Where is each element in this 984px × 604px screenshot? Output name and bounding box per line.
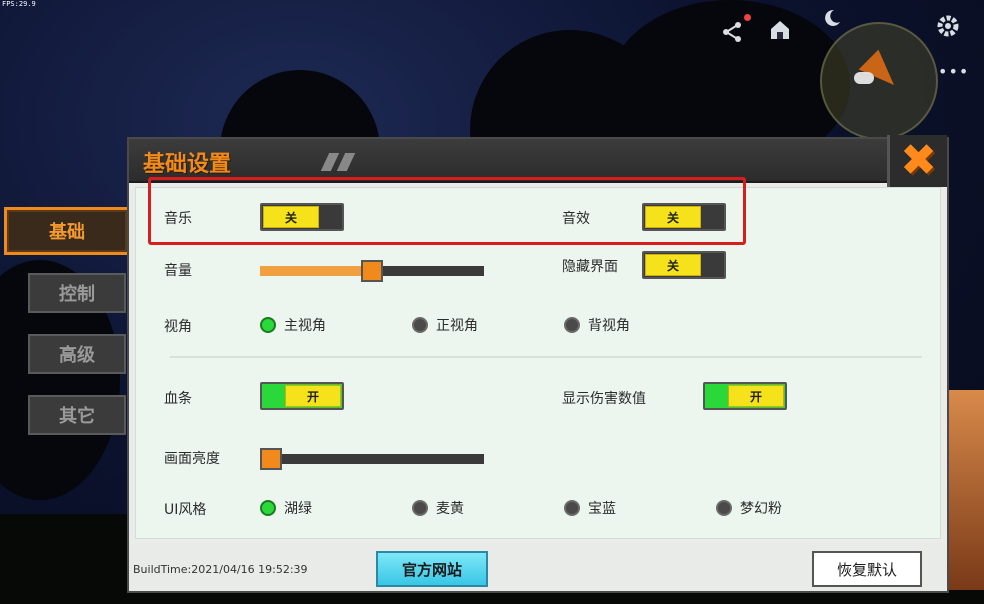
hide-ui-label: 隐藏界面 bbox=[562, 259, 618, 275]
volume-slider[interactable] bbox=[260, 260, 484, 282]
radio-label: 麦黄 bbox=[436, 501, 464, 517]
health-bar-toggle-state: 开 bbox=[285, 385, 341, 407]
build-time: BuildTime:2021/04/16 19:52:39 bbox=[133, 563, 308, 576]
moon-icon[interactable] bbox=[822, 8, 842, 33]
home-icon[interactable] bbox=[768, 18, 792, 47]
panel-title: 基础设置 bbox=[143, 152, 232, 177]
radio-dot bbox=[564, 500, 580, 516]
close-button[interactable]: ✖ bbox=[887, 135, 947, 187]
radio-label: 背视角 bbox=[588, 318, 630, 334]
view-option-first-person[interactable]: 主视角 bbox=[260, 315, 326, 335]
tab-controls[interactable]: 控制 bbox=[28, 273, 126, 313]
radio-label: 宝蓝 bbox=[588, 501, 616, 517]
view-label: 视角 bbox=[164, 319, 192, 335]
tab-basic[interactable]: 基础 bbox=[4, 207, 130, 255]
radio-label: 正视角 bbox=[436, 318, 478, 334]
volume-label: 音量 bbox=[164, 263, 192, 279]
tab-other[interactable]: 其它 bbox=[28, 395, 126, 435]
decorative-stripe bbox=[320, 153, 340, 171]
health-bar-label: 血条 bbox=[164, 391, 192, 407]
official-website-button[interactable]: 官方网站 bbox=[376, 551, 488, 587]
ui-style-label: UI风格 bbox=[164, 502, 207, 518]
gear-icon[interactable] bbox=[934, 12, 962, 45]
annotation-highlight bbox=[148, 177, 746, 245]
tab-advanced[interactable]: 高级 bbox=[28, 334, 126, 374]
radio-dot bbox=[564, 317, 580, 333]
view-option-back[interactable]: 背视角 bbox=[564, 315, 630, 335]
ui-style-option-dream-pink[interactable]: 梦幻粉 bbox=[716, 498, 782, 518]
view-option-front[interactable]: 正视角 bbox=[412, 315, 478, 335]
volume-slider-fill bbox=[260, 266, 372, 276]
radio-dot bbox=[412, 317, 428, 333]
radio-label: 梦幻粉 bbox=[740, 501, 782, 517]
close-icon: ✖ bbox=[900, 135, 937, 186]
minimap-player-icon bbox=[854, 72, 874, 84]
decorative-stripe bbox=[336, 153, 356, 171]
section-divider bbox=[170, 356, 922, 358]
share-icon[interactable] bbox=[720, 20, 744, 49]
panel-footer: BuildTime:2021/04/16 19:52:39 官方网站 恢复默认 bbox=[129, 543, 947, 591]
notification-dot bbox=[744, 14, 751, 21]
volume-slider-handle[interactable] bbox=[361, 260, 383, 282]
health-bar-toggle[interactable]: 开 bbox=[260, 382, 344, 410]
show-damage-label: 显示伤害数值 bbox=[562, 391, 646, 407]
restore-defaults-button[interactable]: 恢复默认 bbox=[812, 551, 922, 587]
hide-ui-toggle[interactable]: 关 bbox=[642, 251, 726, 279]
brightness-slider[interactable] bbox=[260, 448, 484, 470]
hide-ui-toggle-state: 关 bbox=[645, 254, 701, 276]
radio-dot bbox=[716, 500, 732, 516]
radio-dot bbox=[260, 317, 276, 333]
more-options-icon[interactable]: ••• bbox=[938, 62, 969, 81]
radio-dot bbox=[412, 500, 428, 516]
ui-style-option-royal-blue[interactable]: 宝蓝 bbox=[564, 498, 616, 518]
radio-label: 主视角 bbox=[284, 318, 326, 334]
brightness-slider-handle[interactable] bbox=[260, 448, 282, 470]
ui-style-option-wheat-yellow[interactable]: 麦黄 bbox=[412, 498, 464, 518]
show-damage-toggle[interactable]: 开 bbox=[703, 382, 787, 410]
radio-dot bbox=[260, 500, 276, 516]
radio-label: 湖绿 bbox=[284, 501, 312, 517]
fps-counter: FPS:29.9 bbox=[2, 0, 36, 8]
minimap[interactable] bbox=[820, 22, 938, 140]
ui-style-option-lake-green[interactable]: 湖绿 bbox=[260, 498, 312, 518]
brightness-label: 画面亮度 bbox=[164, 451, 220, 467]
show-damage-toggle-state: 开 bbox=[728, 385, 784, 407]
